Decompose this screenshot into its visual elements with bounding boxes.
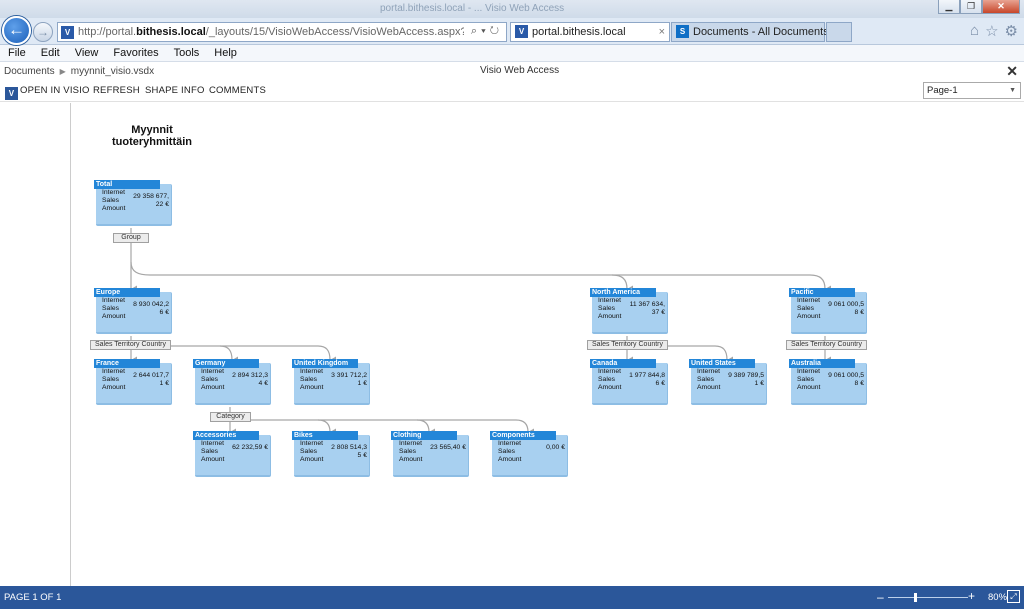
node-measure: Internet Sales Amount [598, 368, 622, 391]
node-france[interactable]: France Internet Sales Amount 2 644 017,7 1 … [94, 359, 172, 405]
node-components[interactable]: Components Internet Sales Amount 0,00 € [490, 431, 568, 477]
node-measure: Internet Sales Amount [102, 297, 126, 320]
node-bikes[interactable]: Bikes Internet Sales Amount 2 808 514,3 5 € [292, 431, 370, 477]
zoom-out-icon[interactable]: – [877, 590, 884, 604]
node-germany[interactable]: Germany Internet Sales Amount 2 894 312,3 4… [193, 359, 271, 405]
zoom-slider-thumb[interactable] [914, 593, 917, 602]
node-title: Germany [193, 359, 259, 368]
zoom-in-icon[interactable]: + [968, 589, 975, 603]
node-value: 62 232,59 € [232, 444, 268, 451]
node-measure: Internet Sales Amount [102, 189, 126, 212]
node-measure: Internet Sales Amount [697, 368, 721, 391]
node-measure: Internet Sales Amount [399, 440, 423, 463]
node-measure: Internet Sales Amount [797, 368, 821, 391]
node-title: Canada [590, 359, 656, 368]
node-title: Australia [789, 359, 855, 368]
node-canada[interactable]: Canada Internet Sales Amount 1 977 844,8 6 … [590, 359, 668, 405]
page-indicator: PAGE 1 OF 1 [4, 592, 62, 603]
zoom-level[interactable]: 80% [988, 592, 1007, 603]
node-measure: Internet Sales Amount [598, 297, 622, 320]
node-title: North America [590, 288, 656, 297]
node-measure: Internet Sales Amount [201, 440, 225, 463]
node-value: 9 061 000,5 8 € [828, 372, 864, 387]
node-title: Accessories [193, 431, 259, 440]
node-title: Bikes [292, 431, 358, 440]
node-measure: Internet Sales Amount [201, 368, 225, 391]
node-value: 29 358 677, 22 € [133, 193, 169, 208]
node-clothing[interactable]: Clothing Internet Sales Amount 23 565,40 € [391, 431, 469, 477]
node-australia[interactable]: Australia Internet Sales Amount 9 061 000,… [789, 359, 867, 405]
zoom-slider[interactable] [888, 597, 968, 598]
node-title: Pacific [789, 288, 855, 297]
node-value: 0,00 € [546, 444, 565, 451]
node-united-kingdom[interactable]: United Kingdom Internet Sales Amount 3 391… [292, 359, 370, 405]
node-value: 2 644 017,7 1 € [133, 372, 169, 387]
status-bar: PAGE 1 OF 1 – + 80% ⤢ [0, 586, 1024, 609]
node-north-america[interactable]: North America Internet Sales Amount 11 367… [590, 288, 668, 334]
node-total[interactable]: Total Internet Sales Amount 29 358 677, 22 … [94, 180, 172, 226]
sales-territory-country-label-pacific[interactable]: Sales Territory Country [786, 340, 867, 350]
node-value: 23 565,40 € [430, 444, 466, 451]
node-title: United States [689, 359, 755, 368]
node-europe[interactable]: Europe Internet Sales Amount 8 930 042,2 6 … [94, 288, 172, 334]
node-pacific[interactable]: Pacific Internet Sales Amount 9 061 000,5 8… [789, 288, 867, 334]
node-united-states[interactable]: United States Internet Sales Amount 9 389 … [689, 359, 767, 405]
node-value: 9 389 789,5 1 € [728, 372, 764, 387]
node-value: 2 808 514,3 5 € [331, 444, 367, 459]
node-measure: Internet Sales Amount [797, 297, 821, 320]
node-title: Clothing [391, 431, 457, 440]
node-value: 3 391 712,2 1 € [331, 372, 367, 387]
group-label[interactable]: Group [113, 233, 149, 243]
sales-territory-country-label-north-america[interactable]: Sales Territory Country [587, 340, 668, 350]
node-accessories[interactable]: Accessories Internet Sales Amount 62 232,5… [193, 431, 271, 477]
node-title: France [94, 359, 160, 368]
node-value: 2 894 312,3 4 € [232, 372, 268, 387]
category-label[interactable]: Category [210, 412, 251, 422]
node-measure: Internet Sales Amount [300, 440, 324, 463]
fit-to-window-icon[interactable]: ⤢ [1007, 590, 1020, 603]
node-value: 8 930 042,2 6 € [133, 301, 169, 316]
node-measure: Internet Sales Amount [498, 440, 522, 463]
visio-web-access-window: portal.bithesis.local - ... Visio Web Ac… [0, 0, 1024, 609]
node-measure: Internet Sales Amount [102, 368, 126, 391]
node-title: United Kingdom [292, 359, 358, 368]
node-title: Europe [94, 288, 160, 297]
node-value: 9 061 000,5 8 € [828, 301, 864, 316]
node-title: Total [94, 180, 160, 189]
sales-territory-country-label-europe[interactable]: Sales Territory Country [90, 340, 171, 350]
node-measure: Internet Sales Amount [300, 368, 324, 391]
node-value: 11 367 634, 37 € [629, 301, 665, 316]
node-title: Components [490, 431, 556, 440]
node-value: 1 977 844,8 6 € [629, 372, 665, 387]
back-arrow-icon[interactable]: ← [2, 16, 31, 45]
